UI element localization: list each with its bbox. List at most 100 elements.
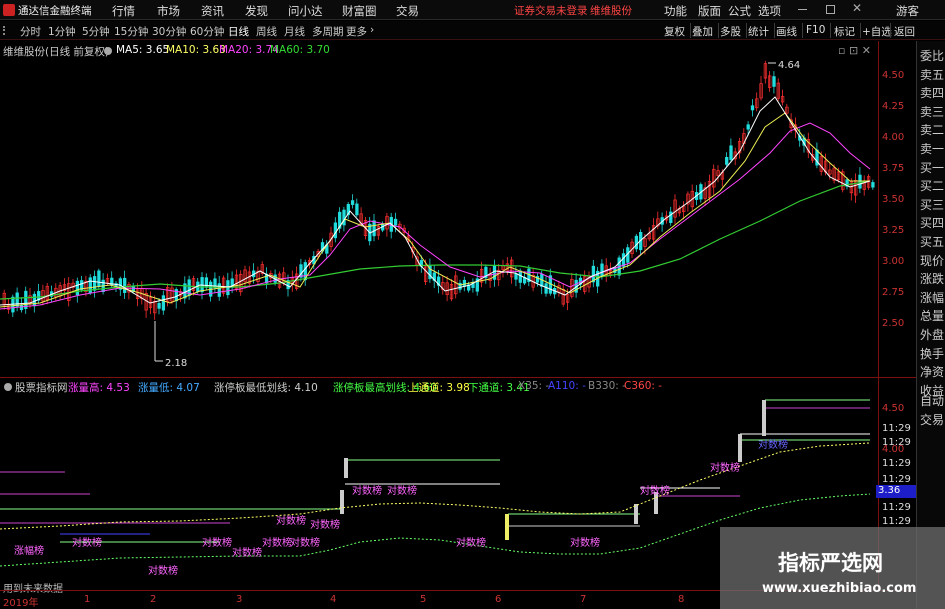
period-1min[interactable]: 1分钟 <box>48 24 76 39</box>
side-panel-item: 卖三 <box>920 104 945 119</box>
side-panel-item: 卖五 <box>920 67 945 82</box>
menu-trade[interactable]: 交易 <box>396 3 419 19</box>
candle-body <box>725 156 729 165</box>
side-panel-item: 换手 <box>920 346 945 361</box>
side-panel-item: 净资 <box>920 365 945 380</box>
title-bar: 通达信金融终端 行情 市场 资讯 发现 问小达 财富圈 交易 证券交易未登录 维… <box>0 0 945 20</box>
sub-chart-tag: 涨幅榜 <box>14 544 44 557</box>
period-15min[interactable]: 15分钟 <box>114 24 148 39</box>
period-multi[interactable]: 多周期 <box>312 24 344 39</box>
candlestick-chart[interactable]: 2.18 4.64 <box>0 41 878 377</box>
axis-tick: 3.75 <box>882 163 905 174</box>
minimize-icon[interactable] <box>798 9 807 10</box>
side-panel-item: 买五 <box>920 235 945 249</box>
period-daily[interactable]: 日线 <box>228 24 249 39</box>
axis-tick: 4.25 <box>882 101 905 112</box>
candle-body <box>75 280 80 296</box>
time-label: 5 <box>420 594 427 605</box>
candle-body <box>333 222 338 239</box>
period-more[interactable]: 更多 <box>346 24 367 39</box>
chevron-right-icon[interactable]: › <box>370 24 374 36</box>
candle-body <box>355 203 359 216</box>
indicator-name[interactable]: 股票指标网 <box>15 380 68 395</box>
side-panel-item[interactable]: 自动 <box>920 392 944 409</box>
period-5min[interactable]: 5分钟 <box>82 24 110 39</box>
btn-stats[interactable]: 统计 <box>748 24 769 39</box>
axis-tick: 11:29 <box>882 474 911 485</box>
time-label: 4 <box>330 594 337 605</box>
indicator-value: 涨停板最低划线: 4.10 <box>214 382 318 394</box>
period-30min[interactable]: 30分钟 <box>152 24 186 39</box>
btn-f10[interactable]: F10 <box>806 24 825 36</box>
axis-tick: 3.50 <box>882 194 905 205</box>
menu-options[interactable]: 选项 <box>758 3 781 19</box>
period-weekly[interactable]: 周线 <box>256 24 277 39</box>
axis-tick: 4.50 <box>882 403 905 414</box>
sub-chart-tag: 对数榜 <box>456 536 486 549</box>
candle-body <box>544 283 548 294</box>
indicator-value: 涨量低: 4.07 <box>138 382 200 394</box>
sub-chart-tag: 对数榜 <box>290 536 320 549</box>
app-title: 通达信金融终端 <box>18 5 92 17</box>
candle-body <box>350 200 355 205</box>
menu-wealth[interactable]: 财富圈 <box>342 3 377 19</box>
panel-divider[interactable] <box>0 377 916 378</box>
candle-body <box>393 218 398 226</box>
btn-adjust[interactable]: 复权 <box>664 24 685 39</box>
side-panel-item: 买一 <box>920 160 945 175</box>
btn-add-watch[interactable]: +自选 <box>862 24 892 39</box>
indicator-value: 上通道: 3.98 <box>408 382 470 394</box>
side-panel-item: 卖四 <box>920 86 945 101</box>
menu-formula[interactable]: 公式 <box>728 3 751 19</box>
candle-body <box>729 145 733 160</box>
time-label: 8 <box>678 594 685 605</box>
restore-icon[interactable] <box>826 5 835 14</box>
btn-multi-stock[interactable]: 多股 <box>720 24 741 39</box>
axis-tick: 11:29 <box>882 516 911 527</box>
login-status[interactable]: 证券交易未登录 <box>514 3 588 18</box>
btn-back[interactable]: 返回 <box>894 24 915 39</box>
time-label: 7 <box>580 594 587 605</box>
indicator-values: 涨量高: 4.53 涨量低: 4.07 涨停板最低划线: 4.10 涨停板最高划线: … <box>68 380 678 394</box>
btn-mark[interactable]: 标记 <box>834 24 855 39</box>
period-60min[interactable]: 60分钟 <box>190 24 224 39</box>
candle-body <box>871 182 875 188</box>
guest-label[interactable]: 游客 <box>896 3 919 19</box>
sub-chart-tag: 对数榜 <box>640 484 670 497</box>
indicator-value: B330: - <box>588 380 626 392</box>
axis-tick: 4.00 <box>882 132 905 143</box>
menu-layout[interactable]: 版面 <box>698 3 721 19</box>
side-panel-item: 卖一 <box>920 142 945 156</box>
axis-tick: 11:29 <box>882 458 911 469</box>
candle-body <box>97 270 101 287</box>
side-panel-item[interactable]: 交易 <box>920 411 944 428</box>
watermark-title: 指标严选网 <box>778 551 883 575</box>
menu-discover[interactable]: 发现 <box>245 3 268 19</box>
period-monthly[interactable]: 月线 <box>284 24 305 39</box>
sub-tags: 涨幅榜对数榜对数榜对数榜对数榜对数榜对数榜对数榜对数榜对数榜 对数榜对数榜 对数榜对… <box>14 438 788 577</box>
indicator-value: 涨量高: 4.53 <box>68 382 130 394</box>
candle-body <box>226 280 230 296</box>
side-panel-item: 现价 <box>920 253 945 268</box>
menu-quotes[interactable]: 行情 <box>112 3 135 19</box>
candle-body <box>157 302 161 309</box>
settings-dot-icon[interactable] <box>4 383 12 391</box>
period-timeshare[interactable]: 分时 <box>20 24 41 39</box>
menu-market[interactable]: 市场 <box>157 3 180 19</box>
menu-news[interactable]: 资讯 <box>201 3 224 19</box>
btn-overlay[interactable]: 叠加 <box>692 24 713 39</box>
step-markers <box>340 400 766 540</box>
btn-draw[interactable]: 画线 <box>776 24 797 39</box>
axis-tick: 4.50 <box>882 70 905 81</box>
sub-chart-tag: 对数榜 <box>758 438 788 451</box>
menu-function[interactable]: 功能 <box>664 3 687 19</box>
menu-ask[interactable]: 问小达 <box>288 3 323 19</box>
sub-chart-tag: 对数榜 <box>352 484 382 497</box>
indicator-value: A110: - <box>548 380 586 392</box>
stock-name-link[interactable]: 维维股份 <box>590 3 632 18</box>
window-controls: ✕ <box>790 1 910 17</box>
axis-tick: 3.25 <box>882 225 905 236</box>
time-label: 1 <box>84 594 91 605</box>
candle-body <box>92 276 97 291</box>
close-icon[interactable]: ✕ <box>852 1 862 15</box>
